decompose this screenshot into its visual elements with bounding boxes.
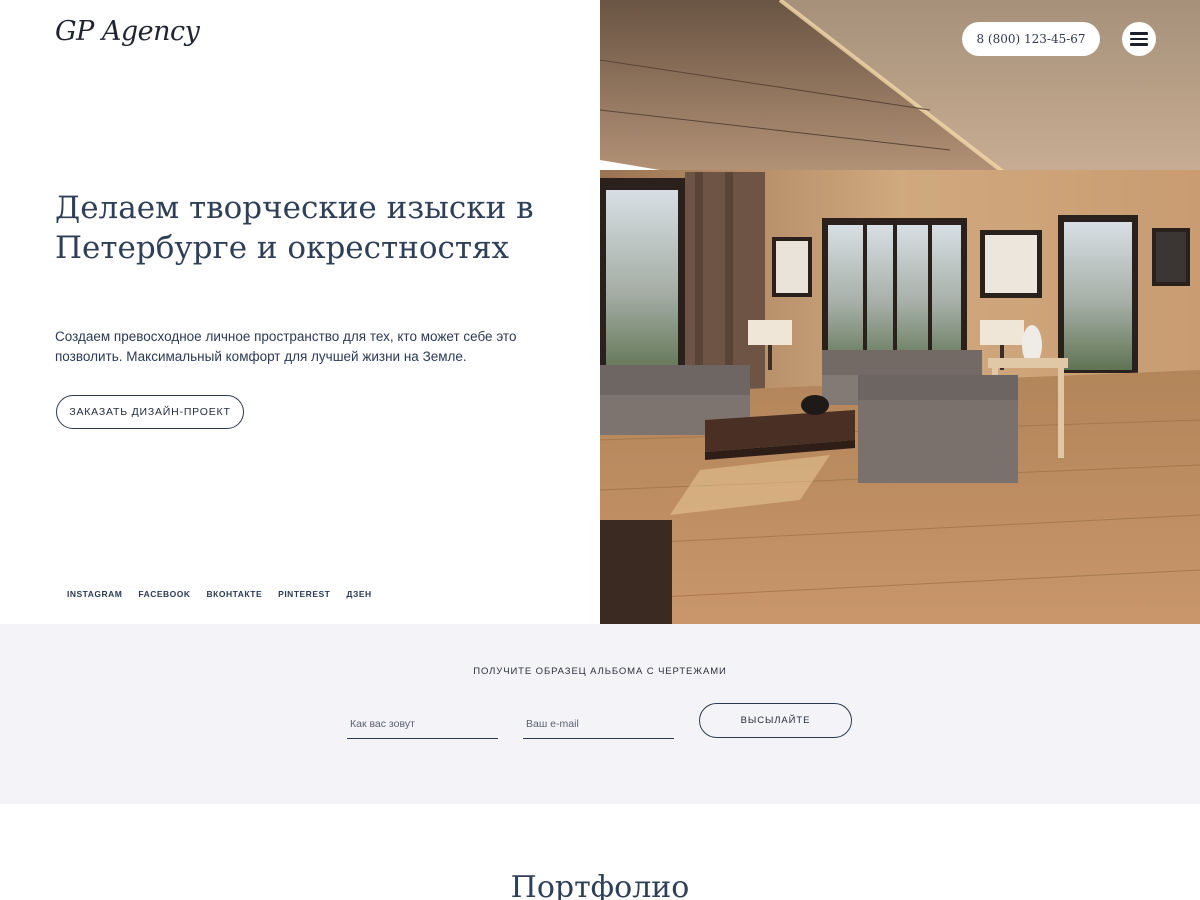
phone-button[interactable]: 8 (800) 123-45-67 bbox=[962, 22, 1100, 56]
logo[interactable]: GP Agency bbox=[55, 16, 200, 47]
social-link-facebook[interactable]: FACEBOOK bbox=[138, 589, 190, 599]
send-button[interactable]: ВЫСЫЛАЙТЕ bbox=[699, 703, 852, 738]
hamburger-menu-icon[interactable] bbox=[1122, 22, 1156, 56]
social-link-instagram[interactable]: INSTAGRAM bbox=[67, 589, 122, 599]
album-request-form: ПОЛУЧИТЕ ОБРАЗЕЦ АЛЬБОМА С ЧЕРТЕЖАМИ ВЫС… bbox=[0, 624, 1200, 804]
menu-bar bbox=[1130, 32, 1148, 35]
portfolio-title: Портфолио bbox=[510, 870, 690, 900]
social-link-pinterest[interactable]: PINTEREST bbox=[278, 589, 330, 599]
menu-bar bbox=[1130, 43, 1148, 46]
hero-headline: Делаем творческие изыски в Петербурге и … bbox=[55, 190, 534, 266]
hero-section: GP Agency Делаем творческие изыски в Пет… bbox=[0, 0, 1200, 624]
hero-interior-image bbox=[600, 0, 1200, 624]
social-link-vkontakte[interactable]: ВКОНТАКТЕ bbox=[207, 589, 263, 599]
email-field[interactable] bbox=[523, 709, 674, 739]
hero-lead-text: Создаем превосходное личное пространство… bbox=[55, 329, 517, 364]
hero-text-panel: GP Agency Делаем творческие изыски в Пет… bbox=[0, 0, 600, 624]
order-design-project-button[interactable]: ЗАКАЗАТЬ ДИЗАЙН-ПРОЕКТ bbox=[56, 395, 244, 429]
album-form-title: ПОЛУЧИТЕ ОБРАЗЕЦ АЛЬБОМА С ЧЕРТЕЖАМИ bbox=[473, 666, 727, 677]
living-room-illustration bbox=[600, 0, 1200, 624]
menu-bar bbox=[1130, 37, 1148, 41]
social-link-dzen[interactable]: ДЗЕН bbox=[346, 589, 371, 599]
name-field[interactable] bbox=[347, 709, 498, 739]
social-links: INSTAGRAM FACEBOOK ВКОНТАКТЕ PINTEREST Д… bbox=[67, 589, 372, 599]
